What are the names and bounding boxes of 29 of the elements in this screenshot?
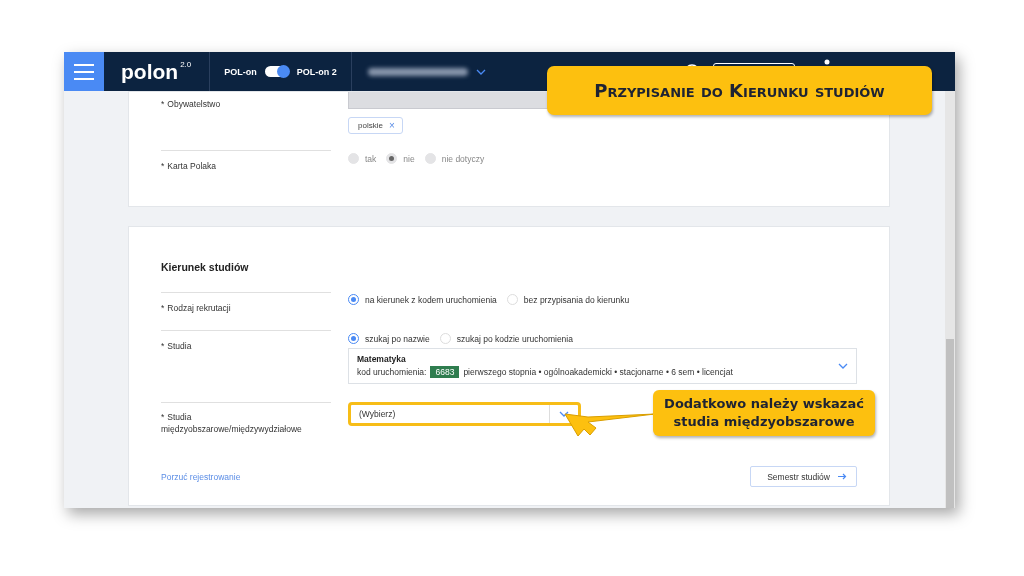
title-tooltip: Przypisanie do Kierunku studiów <box>547 66 932 115</box>
switch-label: POL-on 2 <box>296 66 337 77</box>
hint-tooltip: Dodatkowo należy wskazać studia międzyobszarowe <box>653 390 875 436</box>
remove-button[interactable]: × <box>388 121 395 130</box>
section-heading: Kierunek studiów <box>161 261 250 273</box>
required-asterisk: * <box>161 341 165 351</box>
tag: polskie × <box>348 117 403 134</box>
required-asterisk: * <box>161 412 165 422</box>
abandon-link[interactable]: Porzuć rejestrowanie <box>161 471 241 482</box>
study-select[interactable]: Matematyka kod uruchomienia: 6683 pierwszego stopnia • ogólnoakademicki • stacjonarne • 6 sem • licencjat <box>348 348 857 384</box>
study-name: Matematyka <box>357 354 407 364</box>
radio-option[interactable]: bez przypisania do kierunku <box>506 294 630 305</box>
field-label: * Studia <box>161 330 331 402</box>
field-label: * Karta Polaka <box>161 150 331 206</box>
radio-option[interactable]: szukaj po kodzie uruchomienia <box>439 333 573 344</box>
select-field[interactable]: (Wybierz) <box>348 402 581 426</box>
code-badge: 6683 <box>430 366 460 378</box>
field-label: * Studia międzyobszarowe/międzywydziałowe <box>161 402 331 441</box>
radio-option[interactable]: na kierunek z kodem uruchomienia <box>348 294 497 305</box>
required-asterisk: * <box>161 161 165 171</box>
radio-option[interactable]: szukaj po nazwie <box>348 333 430 344</box>
study-details: pierwszego stopnia • ogólnoakademicki • stacjonarne • 6 sem • licencjat <box>463 367 733 377</box>
next-button[interactable]: Semestr studiów <box>750 466 857 487</box>
field-label: * Rodzaj rekrutacji <box>161 292 331 330</box>
required-asterisk: * <box>161 99 165 109</box>
field-label: * Obywatelstwo <box>161 98 222 111</box>
switch-label: POL-on <box>224 66 257 77</box>
code-label: kod uruchomienia: <box>357 367 427 377</box>
required-asterisk: * <box>161 303 165 313</box>
